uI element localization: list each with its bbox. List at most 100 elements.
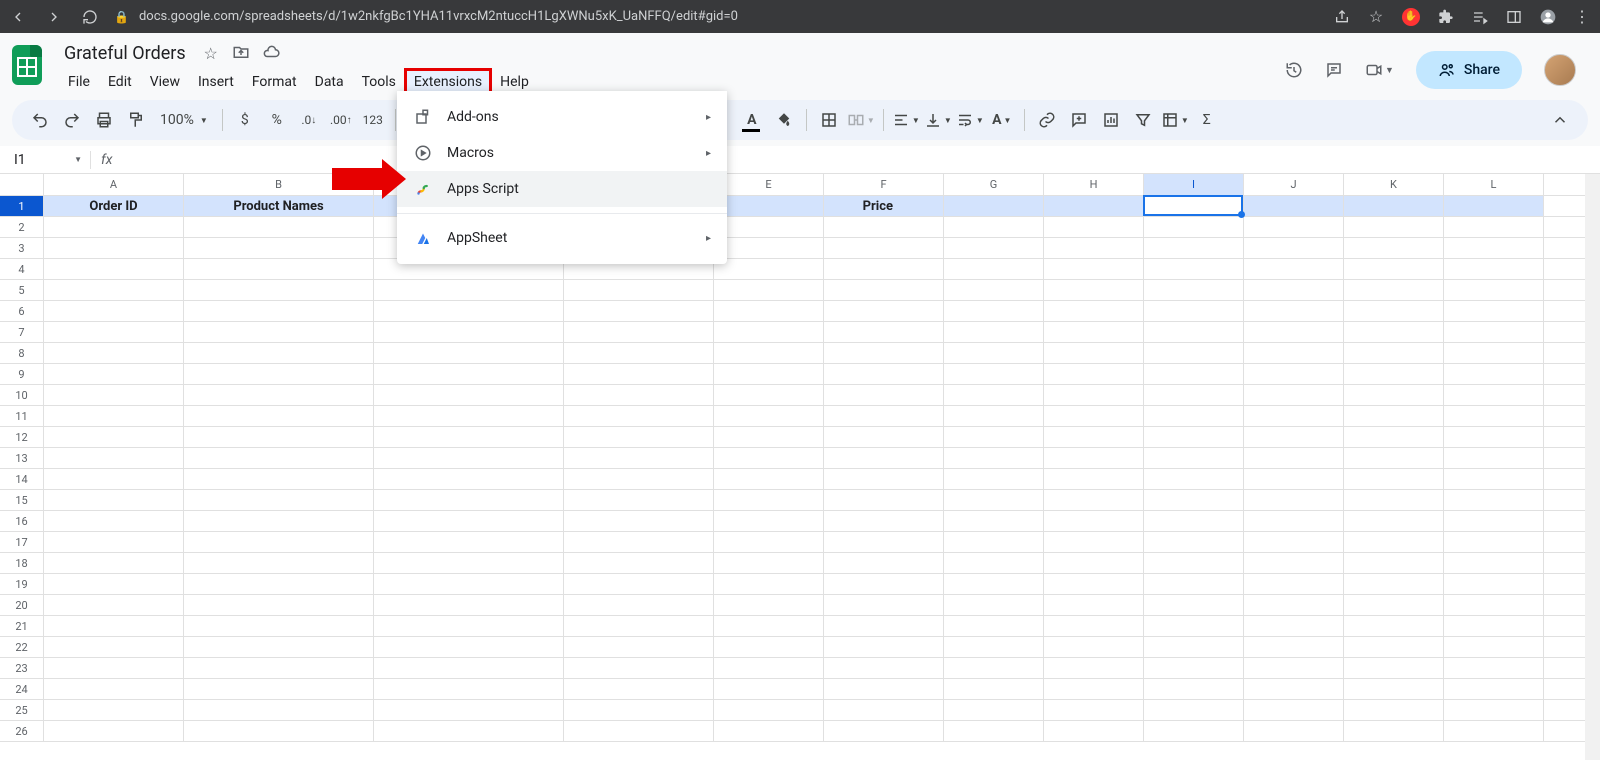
cell[interactable] xyxy=(1144,406,1244,426)
cell[interactable] xyxy=(944,217,1044,237)
cell[interactable] xyxy=(1344,238,1444,258)
select-all-corner[interactable] xyxy=(0,174,44,195)
cell[interactable] xyxy=(1144,322,1244,342)
cell[interactable] xyxy=(1344,406,1444,426)
cell[interactable] xyxy=(1344,658,1444,678)
row-header[interactable]: 6 xyxy=(0,301,44,321)
meet-icon[interactable]: ▼ xyxy=(1365,61,1394,79)
cell[interactable] xyxy=(1344,595,1444,615)
extension-red-icon[interactable]: ✋ xyxy=(1402,8,1420,26)
cell[interactable] xyxy=(184,259,374,279)
filter-views-icon[interactable] xyxy=(1161,106,1189,134)
cell[interactable] xyxy=(1244,280,1344,300)
row-header[interactable]: 24 xyxy=(0,679,44,699)
cell[interactable] xyxy=(374,406,564,426)
cell[interactable] xyxy=(44,616,184,636)
cell[interactable] xyxy=(564,616,714,636)
cell[interactable] xyxy=(374,574,564,594)
reload-icon[interactable] xyxy=(82,9,98,25)
row-header[interactable]: 17 xyxy=(0,532,44,552)
cell[interactable] xyxy=(1444,658,1544,678)
cell[interactable]: Price xyxy=(824,196,944,216)
cell[interactable] xyxy=(374,595,564,615)
cell[interactable] xyxy=(44,238,184,258)
share-button[interactable]: Share xyxy=(1416,51,1522,89)
cell[interactable] xyxy=(1144,469,1244,489)
cell[interactable] xyxy=(1044,679,1144,699)
cell[interactable] xyxy=(1044,448,1144,468)
dropdown-item-add-ons[interactable]: Add-ons▸ xyxy=(397,99,727,135)
cell[interactable] xyxy=(944,532,1044,552)
h-align-icon[interactable] xyxy=(892,106,920,134)
row-header[interactable]: 13 xyxy=(0,448,44,468)
star-doc-icon[interactable]: ☆ xyxy=(202,44,220,63)
cell[interactable] xyxy=(1444,469,1544,489)
cell[interactable] xyxy=(1344,553,1444,573)
cell[interactable] xyxy=(714,301,824,321)
cell[interactable] xyxy=(1044,532,1144,552)
cell[interactable] xyxy=(944,322,1044,342)
cell[interactable] xyxy=(564,658,714,678)
cell[interactable] xyxy=(1244,721,1344,741)
cell[interactable] xyxy=(824,238,944,258)
cell[interactable] xyxy=(1044,196,1144,216)
cell[interactable] xyxy=(374,616,564,636)
cell[interactable] xyxy=(1144,385,1244,405)
menu-edit[interactable]: Edit xyxy=(100,70,140,94)
cell[interactable] xyxy=(1044,490,1144,510)
move-icon[interactable] xyxy=(232,43,250,65)
cell[interactable] xyxy=(1044,343,1144,363)
col-header-K[interactable]: K xyxy=(1344,174,1444,195)
name-box[interactable]: I1 xyxy=(0,152,90,168)
cell[interactable] xyxy=(824,280,944,300)
cell[interactable] xyxy=(1444,259,1544,279)
cell[interactable] xyxy=(944,196,1044,216)
cell[interactable] xyxy=(44,532,184,552)
cell[interactable] xyxy=(714,406,824,426)
cell[interactable] xyxy=(1344,574,1444,594)
cell[interactable] xyxy=(1344,217,1444,237)
cell[interactable] xyxy=(1144,637,1244,657)
dropdown-item-macros[interactable]: Macros▸ xyxy=(397,135,727,171)
kebab-icon[interactable]: ⋮ xyxy=(1574,9,1590,25)
cell[interactable] xyxy=(1144,427,1244,447)
cell[interactable] xyxy=(44,322,184,342)
cell[interactable] xyxy=(1044,427,1144,447)
print-icon[interactable] xyxy=(90,106,118,134)
cell[interactable] xyxy=(44,280,184,300)
cell[interactable] xyxy=(944,427,1044,447)
cell[interactable] xyxy=(184,721,374,741)
cell[interactable] xyxy=(824,217,944,237)
comment-icon[interactable] xyxy=(1325,61,1343,79)
cell[interactable] xyxy=(1444,364,1544,384)
cell[interactable] xyxy=(44,427,184,447)
cell[interactable] xyxy=(1444,637,1544,657)
cell[interactable] xyxy=(1244,385,1344,405)
cloud-icon[interactable] xyxy=(262,43,280,65)
cell[interactable] xyxy=(374,511,564,531)
cell[interactable] xyxy=(374,679,564,699)
cell[interactable] xyxy=(564,469,714,489)
cell[interactable] xyxy=(1344,427,1444,447)
cell[interactable] xyxy=(44,406,184,426)
cell[interactable] xyxy=(1044,469,1144,489)
cell[interactable] xyxy=(44,637,184,657)
dropdown-item-apps-script[interactable]: Apps Script xyxy=(397,171,727,207)
cell[interactable] xyxy=(1344,511,1444,531)
cell[interactable] xyxy=(714,616,824,636)
cell[interactable] xyxy=(824,343,944,363)
cell[interactable] xyxy=(1044,385,1144,405)
col-header-G[interactable]: G xyxy=(944,174,1044,195)
cell[interactable] xyxy=(1344,280,1444,300)
row-header[interactable]: 5 xyxy=(0,280,44,300)
col-header-I[interactable]: I xyxy=(1144,174,1244,195)
cell[interactable] xyxy=(184,511,374,531)
currency-button[interactable]: $ xyxy=(231,106,259,134)
row-header[interactable]: 7 xyxy=(0,322,44,342)
cell[interactable] xyxy=(184,469,374,489)
cell[interactable] xyxy=(564,343,714,363)
dropdown-item-appsheet[interactable]: AppSheet▸ xyxy=(397,220,727,256)
cell[interactable] xyxy=(714,700,824,720)
cell[interactable] xyxy=(184,574,374,594)
cell[interactable] xyxy=(44,511,184,531)
